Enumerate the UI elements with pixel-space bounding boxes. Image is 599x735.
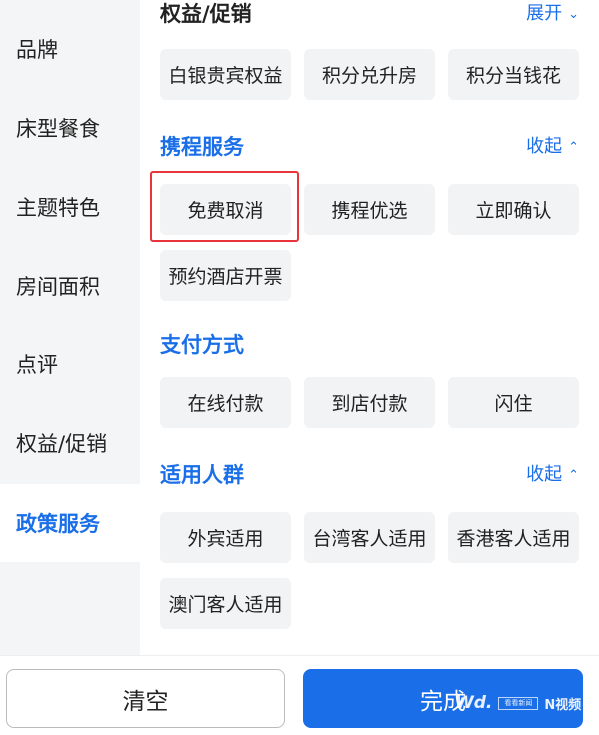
expand-toggle-promotion[interactable]: 展开 ⌄ [526, 0, 579, 28]
toggle-label: 收起 [526, 136, 563, 157]
chip-pay-online[interactable]: 在线付款 [160, 377, 291, 428]
chip-pay-at-hotel[interactable]: 到店付款 [304, 377, 435, 428]
chip-hotel-invoice[interactable]: 预约酒店开票 [160, 250, 291, 301]
sidebar-item-label: 品牌 [16, 38, 58, 62]
watermark-badge: 看看新闻 [498, 696, 539, 710]
sidebar-item-theme[interactable]: 主题特色 [0, 168, 140, 246]
chip-macau-guests[interactable]: 澳门客人适用 [160, 578, 291, 629]
sidebar-item-label: 点评 [16, 353, 58, 377]
filter-content: 权益/促销 展开 ⌄ 白银贵宾权益 积分兑升房 积分当钱花 携程服务 收起 ⌃ … [140, 0, 599, 655]
chevron-up-icon: ⌃ [568, 139, 579, 155]
chip-ctrip-selected[interactable]: 携程优选 [304, 184, 435, 235]
watermark-logo: Wd. [455, 693, 493, 713]
section-title-ctrip-service: 携程服务 [160, 135, 244, 159]
filter-sidebar: 品牌 床型餐食 主题特色 房间面积 点评 权益/促销 政策服务 [0, 0, 140, 655]
chip-taiwan-guests[interactable]: 台湾客人适用 [304, 512, 435, 563]
toggle-label: 收起 [526, 464, 563, 485]
chip-points-as-cash[interactable]: 积分当钱花 [448, 49, 579, 100]
collapse-toggle-ctrip-service[interactable]: 收起 ⌃ [526, 133, 579, 161]
sidebar-item-label: 政策服务 [16, 512, 100, 536]
sidebar-item-label: 主题特色 [16, 196, 100, 220]
chevron-up-icon: ⌃ [568, 467, 579, 483]
chip-silver-vip[interactable]: 白银贵宾权益 [160, 49, 291, 100]
chevron-down-icon: ⌄ [568, 6, 579, 22]
sidebar-item-label: 房间面积 [16, 275, 100, 299]
toggle-label: 展开 [526, 3, 563, 24]
sidebar-item-label: 权益/促销 [16, 432, 108, 456]
section-title-payment: 支付方式 [160, 333, 244, 357]
filter-panel: 品牌 床型餐食 主题特色 房间面积 点评 权益/促销 政策服务 权益/促销 展开… [0, 0, 599, 735]
collapse-toggle-audience[interactable]: 收起 ⌃ [526, 461, 579, 489]
sidebar-item-room-area[interactable]: 房间面积 [0, 247, 140, 325]
sidebar-item-promotion[interactable]: 权益/促销 [0, 404, 140, 482]
chip-free-cancellation[interactable]: 免费取消 [160, 184, 291, 235]
watermark: Wd. 看看新闻 N视频 [455, 693, 581, 713]
watermark-video-logo: N视频 [544, 697, 582, 713]
sidebar-item-policy-service[interactable]: 政策服务 [0, 484, 140, 562]
section-title-audience: 适用人群 [160, 463, 244, 487]
chip-flash-stay[interactable]: 闪住 [448, 377, 579, 428]
clear-button[interactable]: 清空 [6, 669, 285, 728]
chip-points-upgrade[interactable]: 积分兑升房 [304, 49, 435, 100]
sidebar-item-brand[interactable]: 品牌 [0, 10, 140, 88]
section-title-promotion: 权益/促销 [160, 2, 252, 26]
chip-hongkong-guests[interactable]: 香港客人适用 [448, 512, 579, 563]
sidebar-item-review[interactable]: 点评 [0, 325, 140, 403]
sidebar-item-label: 床型餐食 [16, 117, 100, 141]
chip-foreign-guests[interactable]: 外宾适用 [160, 512, 291, 563]
sidebar-item-bed-meal[interactable]: 床型餐食 [0, 89, 140, 167]
chip-instant-confirm[interactable]: 立即确认 [448, 184, 579, 235]
